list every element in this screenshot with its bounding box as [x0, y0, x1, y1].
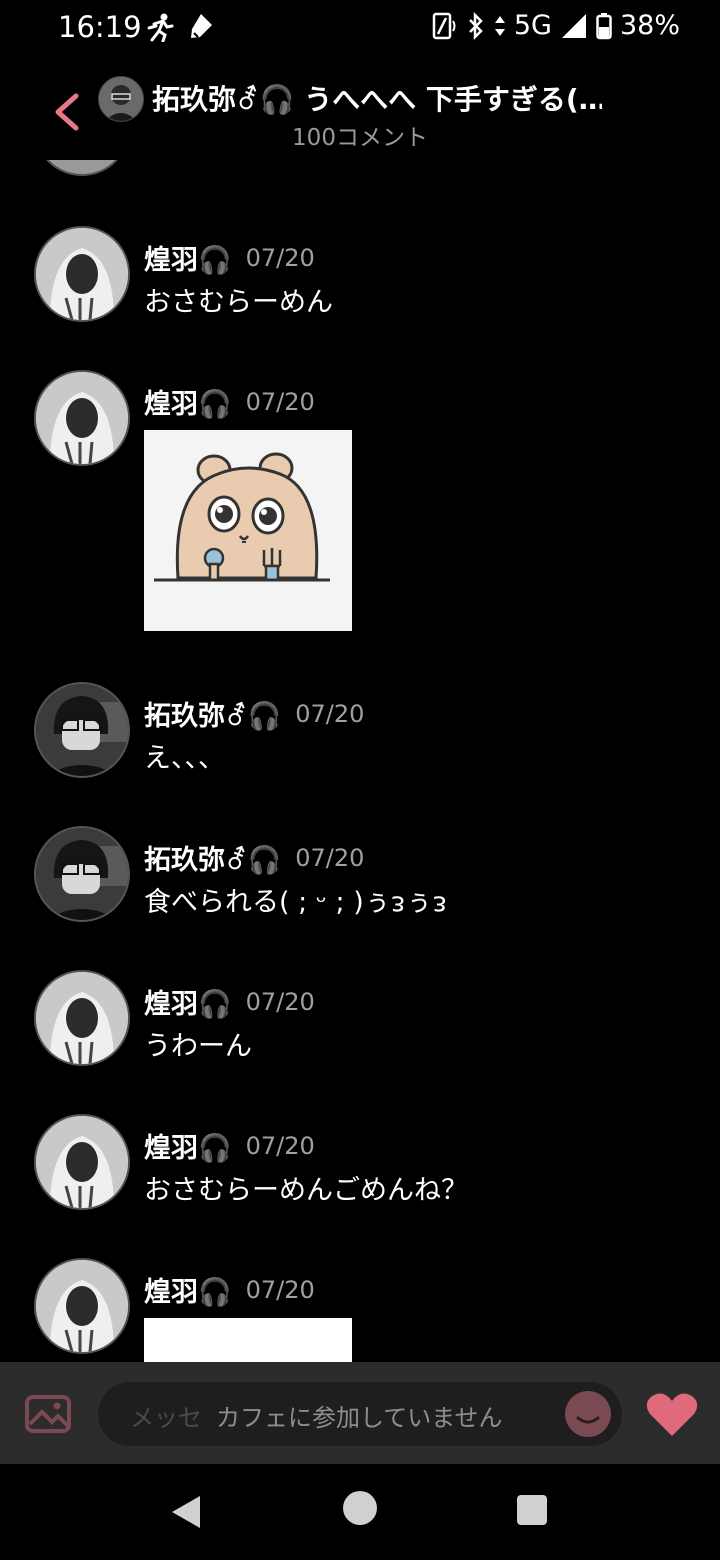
nav-recents-icon[interactable]	[516, 1494, 548, 1526]
comment-date: 07/20	[295, 699, 365, 728]
comment-count: 100コメント	[292, 125, 428, 151]
hamster-sticker[interactable]	[144, 430, 352, 631]
avatar[interactable]	[34, 970, 130, 1066]
nav-home-icon[interactable]	[342, 1490, 378, 1526]
avatar[interactable]	[34, 226, 130, 322]
bluetooth-icon	[468, 11, 483, 40]
battery-icon	[596, 12, 612, 39]
post-header: 拓玖弥⚦🎧 うへへへ 下手すぎる(… 100コメント	[0, 60, 720, 156]
comment-author[interactable]: 煌羽🎧	[144, 382, 232, 421]
network-label: 5G	[513, 10, 552, 41]
comment-author[interactable]: 煌羽🎧	[144, 1126, 232, 1165]
system-nav-bar	[0, 1464, 720, 1560]
nfc-icon	[432, 12, 456, 39]
partial-sticker[interactable]	[144, 1318, 352, 1362]
nav-back-icon[interactable]	[168, 1492, 204, 1532]
pencil-tag-icon	[191, 14, 212, 38]
status-bar: 16:19 5G 38%	[0, 0, 720, 56]
post-title: 拓玖弥⚦🎧 うへへへ 下手すぎる(…	[152, 83, 602, 116]
comment-author[interactable]: 拓玖弥⚦🎧	[144, 838, 281, 877]
comment-date: 07/20	[295, 843, 365, 872]
message-input-bar: メッセ カフェに参加していません	[0, 1362, 720, 1464]
comment-text: うわーん	[144, 1031, 252, 1062]
avatar[interactable]	[34, 682, 130, 778]
message-input[interactable]: メッセ カフェに参加していません	[98, 1382, 622, 1446]
comment-text: 食べられる( ; ᵕ ; )ぅᴈぅᴈ	[144, 887, 447, 918]
running-person-icon	[147, 13, 174, 42]
signal-icon	[561, 13, 586, 38]
status-left-icons	[146, 12, 214, 42]
avatar[interactable]	[34, 370, 130, 466]
comment-date: 07/20	[245, 1275, 315, 1304]
avatar[interactable]	[34, 1114, 130, 1210]
comment-feed[interactable]: 煌羽🎧 07/20 おさむらーめん 煌羽🎧 07/20 拓玖弥⚦🎧 07/20 …	[0, 160, 720, 1362]
comment-text: おさむらーめん	[144, 287, 333, 318]
heart-icon[interactable]	[644, 1390, 700, 1438]
join-cafe-notice: カフェに参加していません	[216, 1404, 503, 1432]
image-icon[interactable]	[24, 1394, 72, 1434]
comment-author[interactable]: 煌羽🎧	[144, 1270, 232, 1309]
header-avatar[interactable]	[98, 76, 144, 122]
data-arrows-icon	[494, 15, 505, 36]
comment-date: 07/20	[245, 387, 315, 416]
comment-date: 07/20	[245, 1131, 315, 1160]
avatar[interactable]	[34, 826, 130, 922]
comment-date: 07/20	[245, 987, 315, 1016]
comment-text: え、、、	[144, 743, 225, 774]
emoji-icon[interactable]	[564, 1390, 612, 1438]
avatar[interactable]	[34, 1258, 130, 1354]
comment-text: おさむらーめんごめんね？	[144, 1175, 468, 1206]
status-right: 5G 38%	[432, 10, 680, 41]
status-time: 16:19	[58, 10, 142, 44]
comment-author[interactable]: 煌羽🎧	[144, 238, 232, 277]
message-placeholder: メッセ	[130, 1404, 202, 1432]
battery-label: 38%	[619, 10, 680, 41]
comment-date: 07/20	[245, 243, 315, 272]
comment-author[interactable]: 煌羽🎧	[144, 982, 232, 1021]
avatar[interactable]	[34, 160, 130, 176]
comment-author[interactable]: 拓玖弥⚦🎧	[144, 694, 281, 733]
